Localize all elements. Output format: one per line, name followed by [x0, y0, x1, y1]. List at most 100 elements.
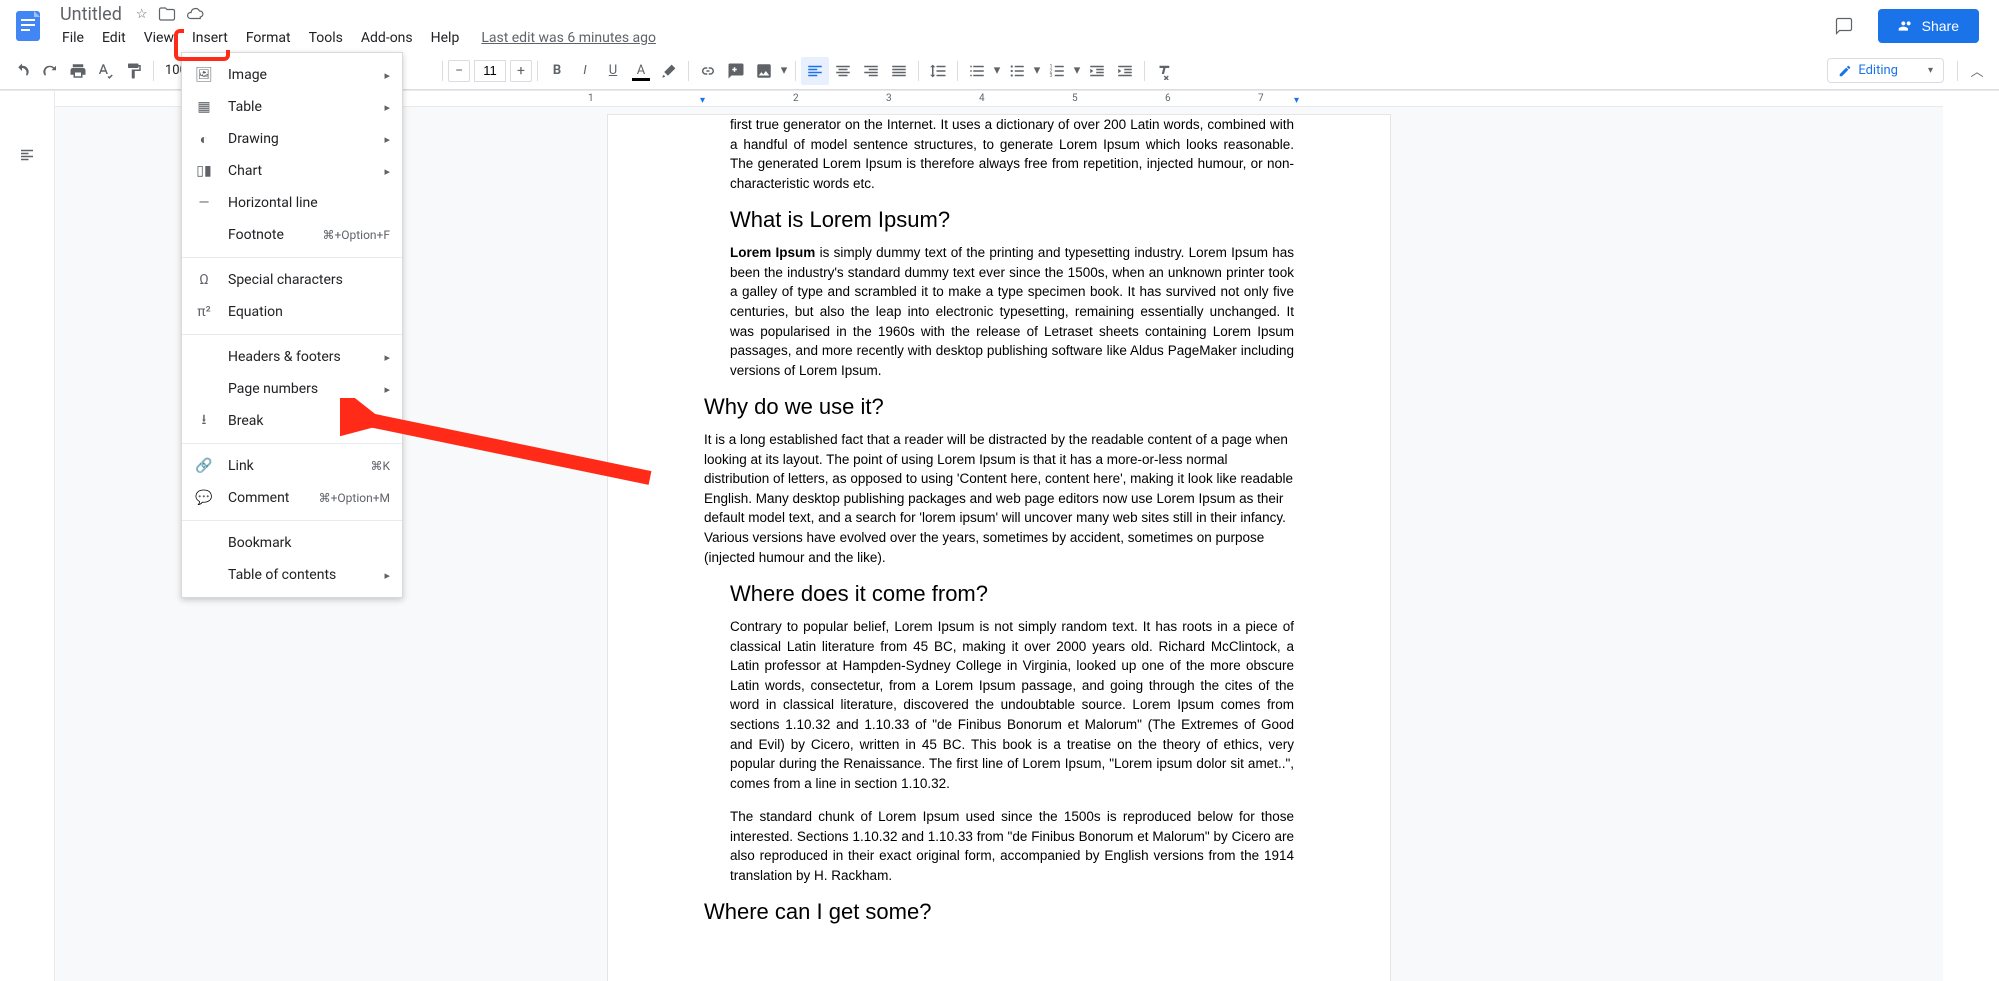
menu-label: Drawing — [228, 131, 384, 147]
body-paragraph[interactable]: It is a long established fact that a rea… — [704, 430, 1294, 567]
numbered-dropdown[interactable]: ▾ — [1071, 57, 1083, 85]
paint-format-button[interactable] — [120, 57, 148, 85]
submenu-arrow-icon: ▸ — [384, 69, 390, 82]
insert-comment[interactable]: 💬Comment⌘+Option+M — [182, 482, 402, 514]
highlight-color-button[interactable] — [655, 57, 683, 85]
document-outline-button[interactable] — [13, 141, 41, 169]
heading[interactable]: Where does it come from? — [730, 581, 1294, 607]
text-color-button[interactable]: A — [627, 57, 655, 85]
insert-bookmark[interactable]: Bookmark — [182, 527, 402, 559]
share-button[interactable]: Share — [1878, 9, 1979, 43]
insert-link-button[interactable] — [694, 57, 722, 85]
menu-format[interactable]: Format — [238, 26, 299, 50]
heading[interactable]: What is Lorem Ipsum? — [730, 207, 1294, 233]
document-title[interactable]: Untitled — [54, 4, 128, 25]
table-icon: ▦ — [194, 99, 214, 115]
increase-indent-button[interactable] — [1111, 57, 1139, 85]
image-icon: 🖼 — [194, 67, 214, 83]
menu-insert[interactable]: Insert — [184, 26, 236, 50]
insert-horizontal-line[interactable]: —Horizontal line — [182, 187, 402, 219]
align-justify-button[interactable] — [885, 57, 913, 85]
insert-image[interactable]: 🖼Image▸ — [182, 59, 402, 91]
font-size-increase[interactable]: + — [510, 60, 532, 82]
insert-page-numbers[interactable]: Page numbers▸ — [182, 373, 402, 405]
insert-comment-button[interactable] — [722, 57, 750, 85]
bold-button[interactable]: B — [543, 57, 571, 85]
numbered-list-button[interactable]: 123 — [1043, 57, 1071, 85]
insert-table-of-contents[interactable]: Table of contents▸ — [182, 559, 402, 591]
clear-formatting-button[interactable] — [1150, 57, 1178, 85]
menu-label: Footnote — [228, 227, 322, 243]
body-paragraph[interactable]: The standard chunk of Lorem Ipsum used s… — [730, 807, 1294, 885]
heading[interactable]: Where can I get some? — [704, 899, 1294, 925]
menu-help[interactable]: Help — [423, 26, 468, 50]
titlebar: Untitled ☆ File Edit View Insert Format … — [0, 0, 1999, 52]
cloud-status-icon[interactable] — [186, 5, 204, 23]
heading[interactable]: Why do we use it? — [704, 394, 1294, 420]
body-paragraph[interactable]: Lorem Ipsum is simply dummy text of the … — [730, 243, 1294, 380]
insert-special-characters[interactable]: ΩSpecial characters — [182, 264, 402, 296]
menu-label: Page numbers — [228, 381, 384, 397]
insert-table[interactable]: ▦Table▸ — [182, 91, 402, 123]
underline-button[interactable]: U — [599, 57, 627, 85]
font-size-decrease[interactable]: − — [448, 60, 470, 82]
horizontal-line-icon: — — [194, 195, 214, 211]
insert-headers-footers[interactable]: Headers & footers▸ — [182, 341, 402, 373]
image-dropdown[interactable]: ▾ — [778, 57, 790, 85]
undo-button[interactable] — [8, 57, 36, 85]
spellcheck-button[interactable] — [92, 57, 120, 85]
document-page[interactable]: first true generator on the Internet. It… — [608, 115, 1390, 981]
checklist-dropdown[interactable]: ▾ — [991, 57, 1003, 85]
insert-equation[interactable]: π²Equation — [182, 296, 402, 328]
insert-break[interactable]: ⭳Break▸ — [182, 405, 402, 437]
ruler-indent-marker[interactable]: ▾ — [700, 95, 705, 106]
italic-button[interactable]: I — [571, 57, 599, 85]
align-center-button[interactable] — [829, 57, 857, 85]
bulleted-dropdown[interactable]: ▾ — [1031, 57, 1043, 85]
menu-label: Headers & footers — [228, 349, 384, 365]
insert-link[interactable]: 🔗Link⌘K — [182, 450, 402, 482]
equation-icon: π² — [194, 304, 214, 320]
font-size-input[interactable] — [474, 60, 506, 82]
body-paragraph[interactable]: Contrary to popular belief, Lorem Ipsum … — [730, 617, 1294, 793]
menu-label: Comment — [228, 490, 319, 506]
insert-image-button[interactable] — [750, 57, 778, 85]
chevron-down-icon: ▾ — [1928, 65, 1933, 76]
body-paragraph[interactable]: first true generator on the Internet. It… — [730, 115, 1294, 193]
menu-label: Table of contents — [228, 567, 384, 583]
ruler-number: 5 — [1072, 93, 1078, 104]
right-gutter — [1943, 91, 1999, 981]
menu-label: Break — [228, 413, 384, 429]
line-spacing-button[interactable] — [924, 57, 952, 85]
checklist-button[interactable] — [963, 57, 991, 85]
insert-drawing[interactable]: ◐Drawing▸ — [182, 123, 402, 155]
menu-edit[interactable]: Edit — [94, 26, 134, 50]
editing-mode-button[interactable]: Editing ▾ — [1827, 58, 1944, 83]
comment-icon: 💬 — [194, 490, 214, 506]
menu-tools[interactable]: Tools — [301, 26, 351, 50]
bulleted-list-button[interactable] — [1003, 57, 1031, 85]
docs-logo[interactable] — [8, 6, 48, 46]
insert-menu-dropdown: 🖼Image▸ ▦ Table ▸ ◐Drawing▸ ▯▮Chart▸ —Hori… — [181, 52, 403, 598]
left-gutter — [0, 91, 55, 981]
menu-label: Table — [228, 99, 384, 115]
menu-view[interactable]: View — [136, 26, 182, 50]
move-icon[interactable] — [158, 5, 176, 23]
decrease-indent-button[interactable] — [1083, 57, 1111, 85]
print-button[interactable] — [64, 57, 92, 85]
open-comments-button[interactable] — [1826, 8, 1862, 44]
insert-chart[interactable]: ▯▮Chart▸ — [182, 155, 402, 187]
align-right-button[interactable] — [857, 57, 885, 85]
submenu-arrow-icon: ▸ — [384, 133, 390, 146]
submenu-arrow-icon: ▸ — [384, 165, 390, 178]
hide-menus-button[interactable]: ︿ — [1963, 57, 1991, 85]
redo-button[interactable] — [36, 57, 64, 85]
ruler-right-marker[interactable]: ▾ — [1294, 95, 1299, 106]
menu-addons[interactable]: Add-ons — [353, 26, 421, 50]
menu-file[interactable]: File — [54, 26, 92, 50]
align-left-button[interactable] — [801, 57, 829, 85]
insert-footnote[interactable]: Footnote⌘+Option+F — [182, 219, 402, 251]
star-icon[interactable]: ☆ — [136, 7, 148, 22]
break-icon: ⭳ — [194, 409, 214, 433]
last-edit-link[interactable]: Last edit was 6 minutes ago — [481, 30, 656, 46]
